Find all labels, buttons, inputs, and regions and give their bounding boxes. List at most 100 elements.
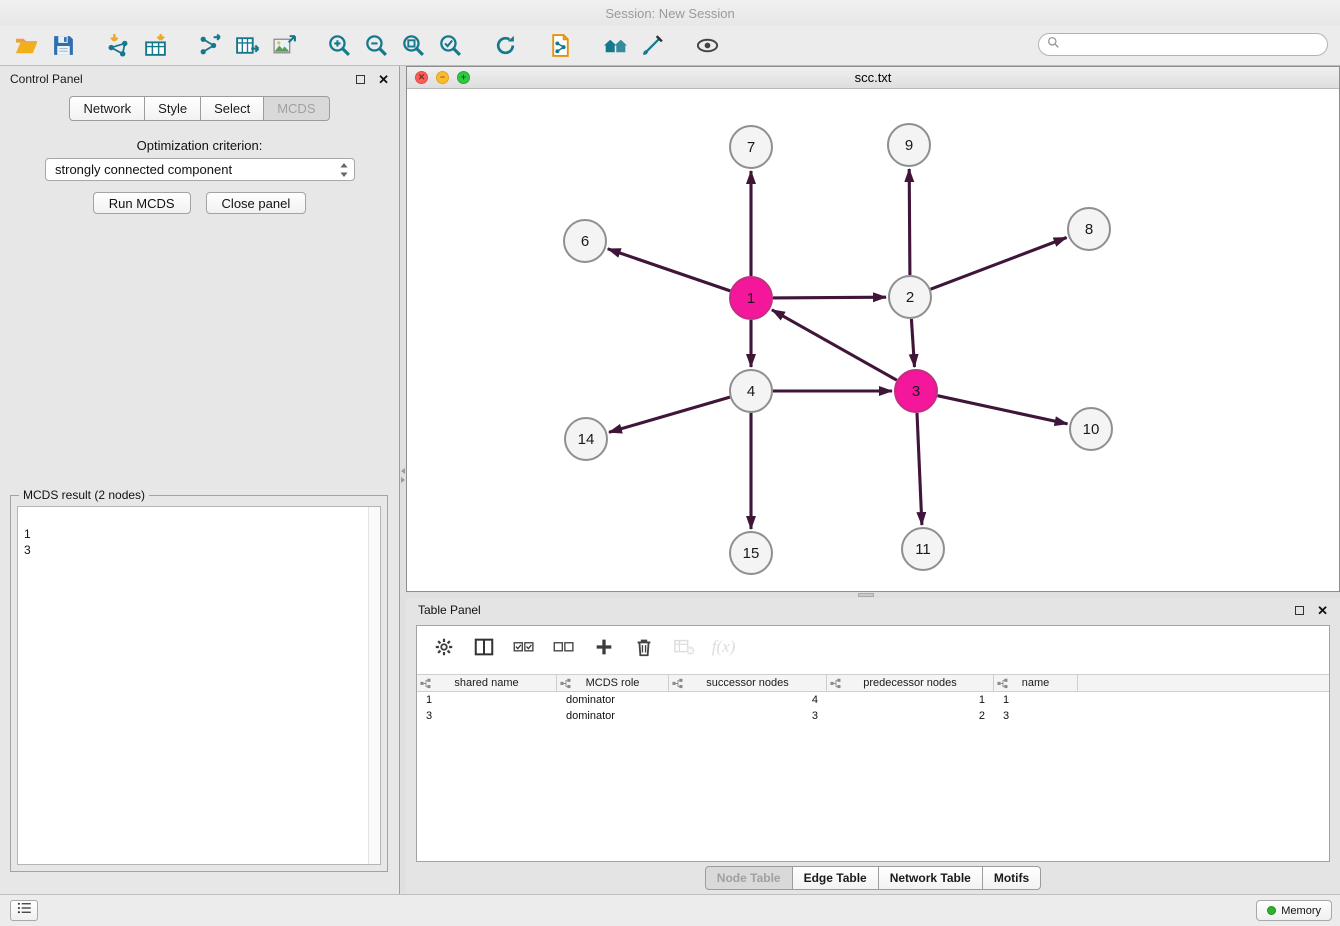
float-table-panel-icon[interactable] — [1295, 606, 1304, 615]
table-tabs: Node Table Edge Table Network Table Moti… — [406, 866, 1340, 890]
column-header-predecessor-nodes[interactable]: predecessor nodes — [827, 675, 994, 691]
graph-edge-2-9[interactable] — [909, 169, 910, 275]
graph-node-15[interactable]: 15 — [730, 532, 772, 574]
window-title: Session: New Session — [605, 6, 734, 21]
tab-network[interactable]: Network — [69, 96, 145, 121]
column-header-name[interactable]: name — [994, 675, 1078, 691]
graph-node-3[interactable]: 3 — [895, 370, 937, 412]
table-cell[interactable]: dominator — [557, 710, 669, 722]
table-cell[interactable]: 1 — [417, 694, 557, 706]
application-window: Session: New Session Control Panel ✕ Net… — [0, 0, 1340, 926]
export-table-icon[interactable] — [229, 30, 266, 62]
network-from-selection-icon[interactable] — [542, 30, 579, 62]
mcds-buttons-row: Run MCDS Close panel — [0, 192, 399, 214]
zoom-window-button[interactable]: + — [457, 71, 470, 84]
close-panel-icon[interactable]: ✕ — [378, 73, 389, 86]
column-settings-icon[interactable] — [425, 630, 462, 664]
table-cell[interactable]: 4 — [669, 694, 827, 706]
select-all-icon[interactable] — [505, 630, 542, 664]
table-cell[interactable]: 1 — [827, 694, 994, 706]
task-history-button[interactable] — [10, 900, 38, 921]
title-bar: Session: New Session — [0, 0, 1340, 26]
close-table-panel-icon[interactable]: ✕ — [1317, 604, 1328, 617]
network-window-titlebar[interactable]: ✕ − + scc.txt — [407, 67, 1339, 89]
table-cell[interactable]: dominator — [557, 694, 669, 706]
close-panel-button[interactable]: Close panel — [206, 192, 307, 214]
column-header-shared-name[interactable]: shared name — [417, 675, 557, 691]
tab-node-table[interactable]: Node Table — [705, 866, 793, 890]
save-session-icon[interactable] — [45, 30, 82, 62]
zoom-fit-icon[interactable] — [395, 30, 432, 62]
horizontal-splitter-handle[interactable] — [858, 593, 874, 597]
zoom-in-icon[interactable] — [321, 30, 358, 62]
table-row[interactable]: 3dominator323 — [417, 708, 1329, 724]
table-cell[interactable]: 2 — [827, 710, 994, 722]
table-cell[interactable]: 3 — [669, 710, 827, 722]
tab-motifs[interactable]: Motifs — [983, 866, 1041, 890]
show-hide-icon[interactable] — [689, 30, 726, 62]
graph-node-2[interactable]: 2 — [889, 276, 931, 318]
network-canvas[interactable]: 7 9 6 8 1 2 4 3 14 10 15 11 — [407, 89, 1339, 591]
search-box[interactable] — [1038, 33, 1328, 56]
graph-node-label: 1 — [747, 290, 755, 307]
graph-edge-4-14[interactable] — [609, 397, 730, 432]
graph-node-9[interactable]: 9 — [888, 124, 930, 166]
mcds-result-text[interactable]: 1 3 — [17, 506, 381, 865]
table-container: f(x) shared nameMCDS rolesuccessor nodes… — [416, 625, 1330, 862]
table-cell[interactable]: 3 — [417, 710, 557, 722]
graph-node-14[interactable]: 14 — [565, 418, 607, 460]
add-column-icon[interactable] — [585, 630, 622, 664]
memory-button[interactable]: Memory — [1256, 900, 1332, 921]
table-cell[interactable]: 1 — [994, 694, 1078, 706]
graph-edge-3-10[interactable] — [938, 396, 1068, 424]
graph-node-7[interactable]: 7 — [730, 126, 772, 168]
graph-node-4[interactable]: 4 — [730, 370, 772, 412]
tab-edge-table[interactable]: Edge Table — [793, 866, 879, 890]
tab-style[interactable]: Style — [145, 96, 201, 121]
graph-edge-1-2[interactable] — [773, 297, 886, 298]
graph-edge-2-8[interactable] — [931, 238, 1067, 290]
graph-edge-3-11[interactable] — [917, 413, 922, 525]
tab-network-table[interactable]: Network Table — [879, 866, 983, 890]
toolbar-group — [542, 30, 579, 62]
delete-column-icon[interactable] — [625, 630, 662, 664]
graph-edge-2-3[interactable] — [911, 319, 914, 367]
column-type-icon — [420, 678, 431, 689]
import-network-icon[interactable] — [100, 30, 137, 62]
table-cell[interactable]: 3 — [994, 710, 1078, 722]
close-window-button[interactable]: ✕ — [415, 71, 428, 84]
column-header-successor-nodes[interactable]: successor nodes — [669, 675, 827, 691]
table-row[interactable]: 1dominator411 — [417, 692, 1329, 708]
deselect-all-icon[interactable] — [545, 630, 582, 664]
column-header-MCDS-role[interactable]: MCDS role — [557, 675, 669, 691]
graph-edge-1-6[interactable] — [608, 249, 731, 291]
search-input[interactable] — [1066, 38, 1319, 52]
graph-edge-3-1[interactable] — [772, 310, 897, 380]
run-mcds-button[interactable]: Run MCDS — [93, 192, 191, 214]
tab-select[interactable]: Select — [201, 96, 264, 121]
result-scrollbar[interactable] — [368, 507, 380, 864]
network-overview-icon[interactable] — [597, 30, 634, 62]
zoom-selected-icon[interactable] — [432, 30, 469, 62]
graph-node-11[interactable]: 11 — [902, 528, 944, 570]
refresh-view-icon[interactable] — [487, 30, 524, 62]
graph-node-label: 14 — [578, 431, 595, 448]
mcds-result-title: MCDS result (2 nodes) — [19, 488, 149, 502]
graph-node-6[interactable]: 6 — [564, 220, 606, 262]
float-panel-icon[interactable] — [356, 75, 365, 84]
zoom-out-icon[interactable] — [358, 30, 395, 62]
graph-node-1[interactable]: 1 — [730, 277, 772, 319]
apply-style-icon[interactable] — [634, 30, 671, 62]
open-session-icon[interactable] — [8, 30, 45, 62]
import-table-icon[interactable] — [137, 30, 174, 62]
criterion-dropdown[interactable]: strongly connected component — [45, 158, 355, 181]
toolbar-group — [487, 30, 524, 62]
export-image-icon[interactable] — [266, 30, 303, 62]
graph-node-10[interactable]: 10 — [1070, 408, 1112, 450]
export-network-icon[interactable] — [192, 30, 229, 62]
minimize-window-button[interactable]: − — [436, 71, 449, 84]
toggle-columns-icon[interactable] — [465, 630, 502, 664]
column-header-label: predecessor nodes — [863, 677, 957, 689]
graph-node-8[interactable]: 8 — [1068, 208, 1110, 250]
tab-mcds[interactable]: MCDS — [264, 96, 329, 121]
